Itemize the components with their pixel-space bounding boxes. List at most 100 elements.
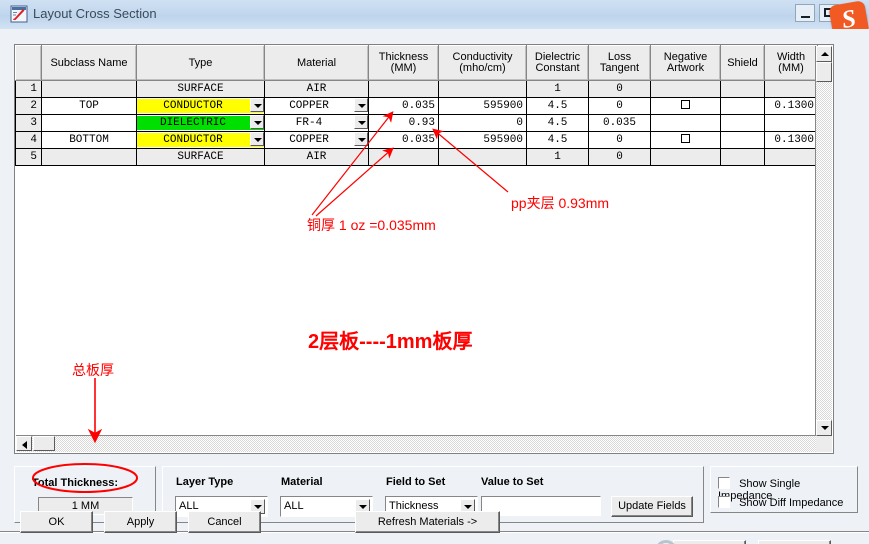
cell-width[interactable]: 0.1300 <box>764 131 818 149</box>
cell-type[interactable]: SURFACE <box>136 148 265 166</box>
refresh-materials-button[interactable]: Refresh Materials -> <box>355 511 500 533</box>
header-dielectric-constant[interactable]: Dielectric Constant <box>526 45 589 81</box>
table-row[interactable]: 2 TOP CONDUCTOR COPPER 0.035 595900 4.5 0 0.1300 <box>15 97 818 115</box>
cell-negative-artwork[interactable] <box>650 80 721 98</box>
grid-vertical-scrollbar[interactable] <box>815 46 832 436</box>
cell-thickness[interactable] <box>368 148 439 166</box>
header-negative-artwork[interactable]: Negative Artwork <box>650 45 721 81</box>
cell-loss-tangent[interactable]: 0.035 <box>588 114 651 132</box>
cell-width[interactable]: 0.1300 <box>764 97 818 115</box>
cancel-button[interactable]: Cancel <box>188 511 261 533</box>
scroll-left-button[interactable] <box>16 436 32 451</box>
cell-subclass-name[interactable]: BOTTOM <box>41 131 137 149</box>
header-rownum <box>15 45 42 81</box>
cell-material[interactable]: FR-4 <box>264 114 369 132</box>
cell-thickness[interactable]: 0.035 <box>368 97 439 115</box>
show-diff-impedance-row[interactable]: Show Diff Impedance <box>718 494 843 509</box>
ok-button[interactable]: OK <box>20 511 93 533</box>
chevron-down-icon[interactable] <box>354 98 368 112</box>
chevron-down-icon[interactable] <box>354 132 368 146</box>
minimize-button[interactable] <box>794 4 815 22</box>
negative-artwork-checkbox[interactable] <box>681 133 690 143</box>
cell-loss-tangent[interactable]: 0 <box>588 131 651 149</box>
cell-shield[interactable] <box>720 131 765 149</box>
cell-material[interactable]: AIR <box>264 80 369 98</box>
cell-width[interactable] <box>764 80 818 98</box>
negative-artwork-checkbox[interactable] <box>681 99 690 109</box>
cell-shield[interactable] <box>720 80 765 98</box>
cell-thickness[interactable]: 0.035 <box>368 131 439 149</box>
table-row[interactable]: 4 BOTTOM CONDUCTOR COPPER 0.035 595900 4.5 0 0.1… <box>15 131 818 149</box>
cell-dielectric-constant[interactable]: 4.5 <box>526 131 589 149</box>
cell-thickness[interactable]: 0.93 <box>368 114 439 132</box>
field-to-set-label: Field to Set <box>386 476 446 488</box>
header-material[interactable]: Material <box>264 45 369 81</box>
window-title: Layout Cross Section <box>33 6 157 21</box>
cell-subclass-name[interactable]: TOP <box>41 97 137 115</box>
cell-width[interactable] <box>764 148 818 166</box>
header-loss-tangent[interactable]: Loss Tangent <box>588 45 651 81</box>
header-thickness[interactable]: Thickness (MM) <box>368 45 439 81</box>
cell-conductivity[interactable] <box>438 148 527 166</box>
cell-conductivity[interactable]: 0 <box>438 114 527 132</box>
header-conductivity[interactable]: Conductivity (mho/cm) <box>438 45 527 81</box>
table-row[interactable]: 3 DIELECTRIC FR-4 0.93 0 4.5 0.035 <box>15 114 818 132</box>
cell-type[interactable]: SURFACE <box>136 80 265 98</box>
total-thickness-label: Total Thickness: <box>32 477 118 489</box>
show-single-impedance-checkbox[interactable] <box>718 477 730 489</box>
chevron-down-icon[interactable] <box>250 132 264 146</box>
cell-negative-artwork[interactable] <box>650 114 721 132</box>
cell-subclass-name[interactable] <box>41 114 137 132</box>
header-width[interactable]: Width (MM) <box>764 45 818 81</box>
chevron-down-icon[interactable] <box>354 115 368 129</box>
cell-loss-tangent[interactable]: 0 <box>588 97 651 115</box>
cell-negative-artwork[interactable] <box>650 131 721 149</box>
row-number: 1 <box>15 80 42 98</box>
cell-width[interactable] <box>764 114 818 132</box>
vscroll-thumb[interactable] <box>816 62 832 82</box>
layer-type-label: Layer Type <box>176 476 234 488</box>
cell-loss-tangent[interactable]: 0 <box>588 148 651 166</box>
cell-type[interactable]: DIELECTRIC <box>136 114 265 132</box>
update-fields-button[interactable]: Update Fields <box>611 496 693 517</box>
cell-material[interactable]: COPPER <box>264 131 369 149</box>
cell-subclass-name[interactable] <box>41 80 137 98</box>
show-diff-impedance-checkbox[interactable] <box>718 496 730 508</box>
header-type[interactable]: Type <box>136 45 265 81</box>
header-subclass-name[interactable]: Subclass Name <box>41 45 137 81</box>
scroll-down-button[interactable] <box>816 420 832 436</box>
cell-material[interactable]: AIR <box>264 148 369 166</box>
cross-section-grid[interactable]: Subclass Name Type Material Thickness (MM… <box>14 44 834 454</box>
cell-conductivity[interactable]: 595900 <box>438 97 527 115</box>
cell-conductivity[interactable] <box>438 80 527 98</box>
cell-shield[interactable] <box>720 97 765 115</box>
cell-type[interactable]: CONDUCTOR <box>136 131 265 149</box>
chevron-down-icon[interactable] <box>250 115 264 129</box>
cell-conductivity[interactable]: 595900 <box>438 131 527 149</box>
material-filter-label: Material <box>281 476 323 488</box>
header-shield[interactable]: Shield <box>720 45 765 81</box>
cell-dielectric-constant[interactable]: 1 <box>526 148 589 166</box>
row-number: 5 <box>15 148 42 166</box>
cell-shield[interactable] <box>720 114 765 132</box>
cell-dielectric-constant[interactable]: 4.5 <box>526 97 589 115</box>
scroll-up-button[interactable] <box>816 46 832 62</box>
cell-type[interactable]: CONDUCTOR <box>136 97 265 115</box>
cell-subclass-name[interactable] <box>41 148 137 166</box>
vscroll-track[interactable] <box>816 62 832 420</box>
hscroll-thumb[interactable] <box>33 436 55 451</box>
cell-loss-tangent[interactable]: 0 <box>588 80 651 98</box>
cell-negative-artwork[interactable] <box>650 97 721 115</box>
grid-horizontal-scrollbar[interactable] <box>16 435 816 452</box>
apply-button[interactable]: Apply <box>104 511 177 533</box>
cell-shield[interactable] <box>720 148 765 166</box>
cell-thickness[interactable] <box>368 80 439 98</box>
table-row[interactable]: 1 SURFACE AIR 1 0 <box>15 80 818 98</box>
table-row[interactable]: 5 SURFACE AIR 1 0 <box>15 148 818 166</box>
chevron-down-icon[interactable] <box>250 98 264 112</box>
cell-dielectric-constant[interactable]: 4.5 <box>526 114 589 132</box>
layout-cross-section-window: Layout Cross Section × S <box>0 0 869 544</box>
cell-dielectric-constant[interactable]: 1 <box>526 80 589 98</box>
cell-material[interactable]: COPPER <box>264 97 369 115</box>
cell-negative-artwork[interactable] <box>650 148 721 166</box>
